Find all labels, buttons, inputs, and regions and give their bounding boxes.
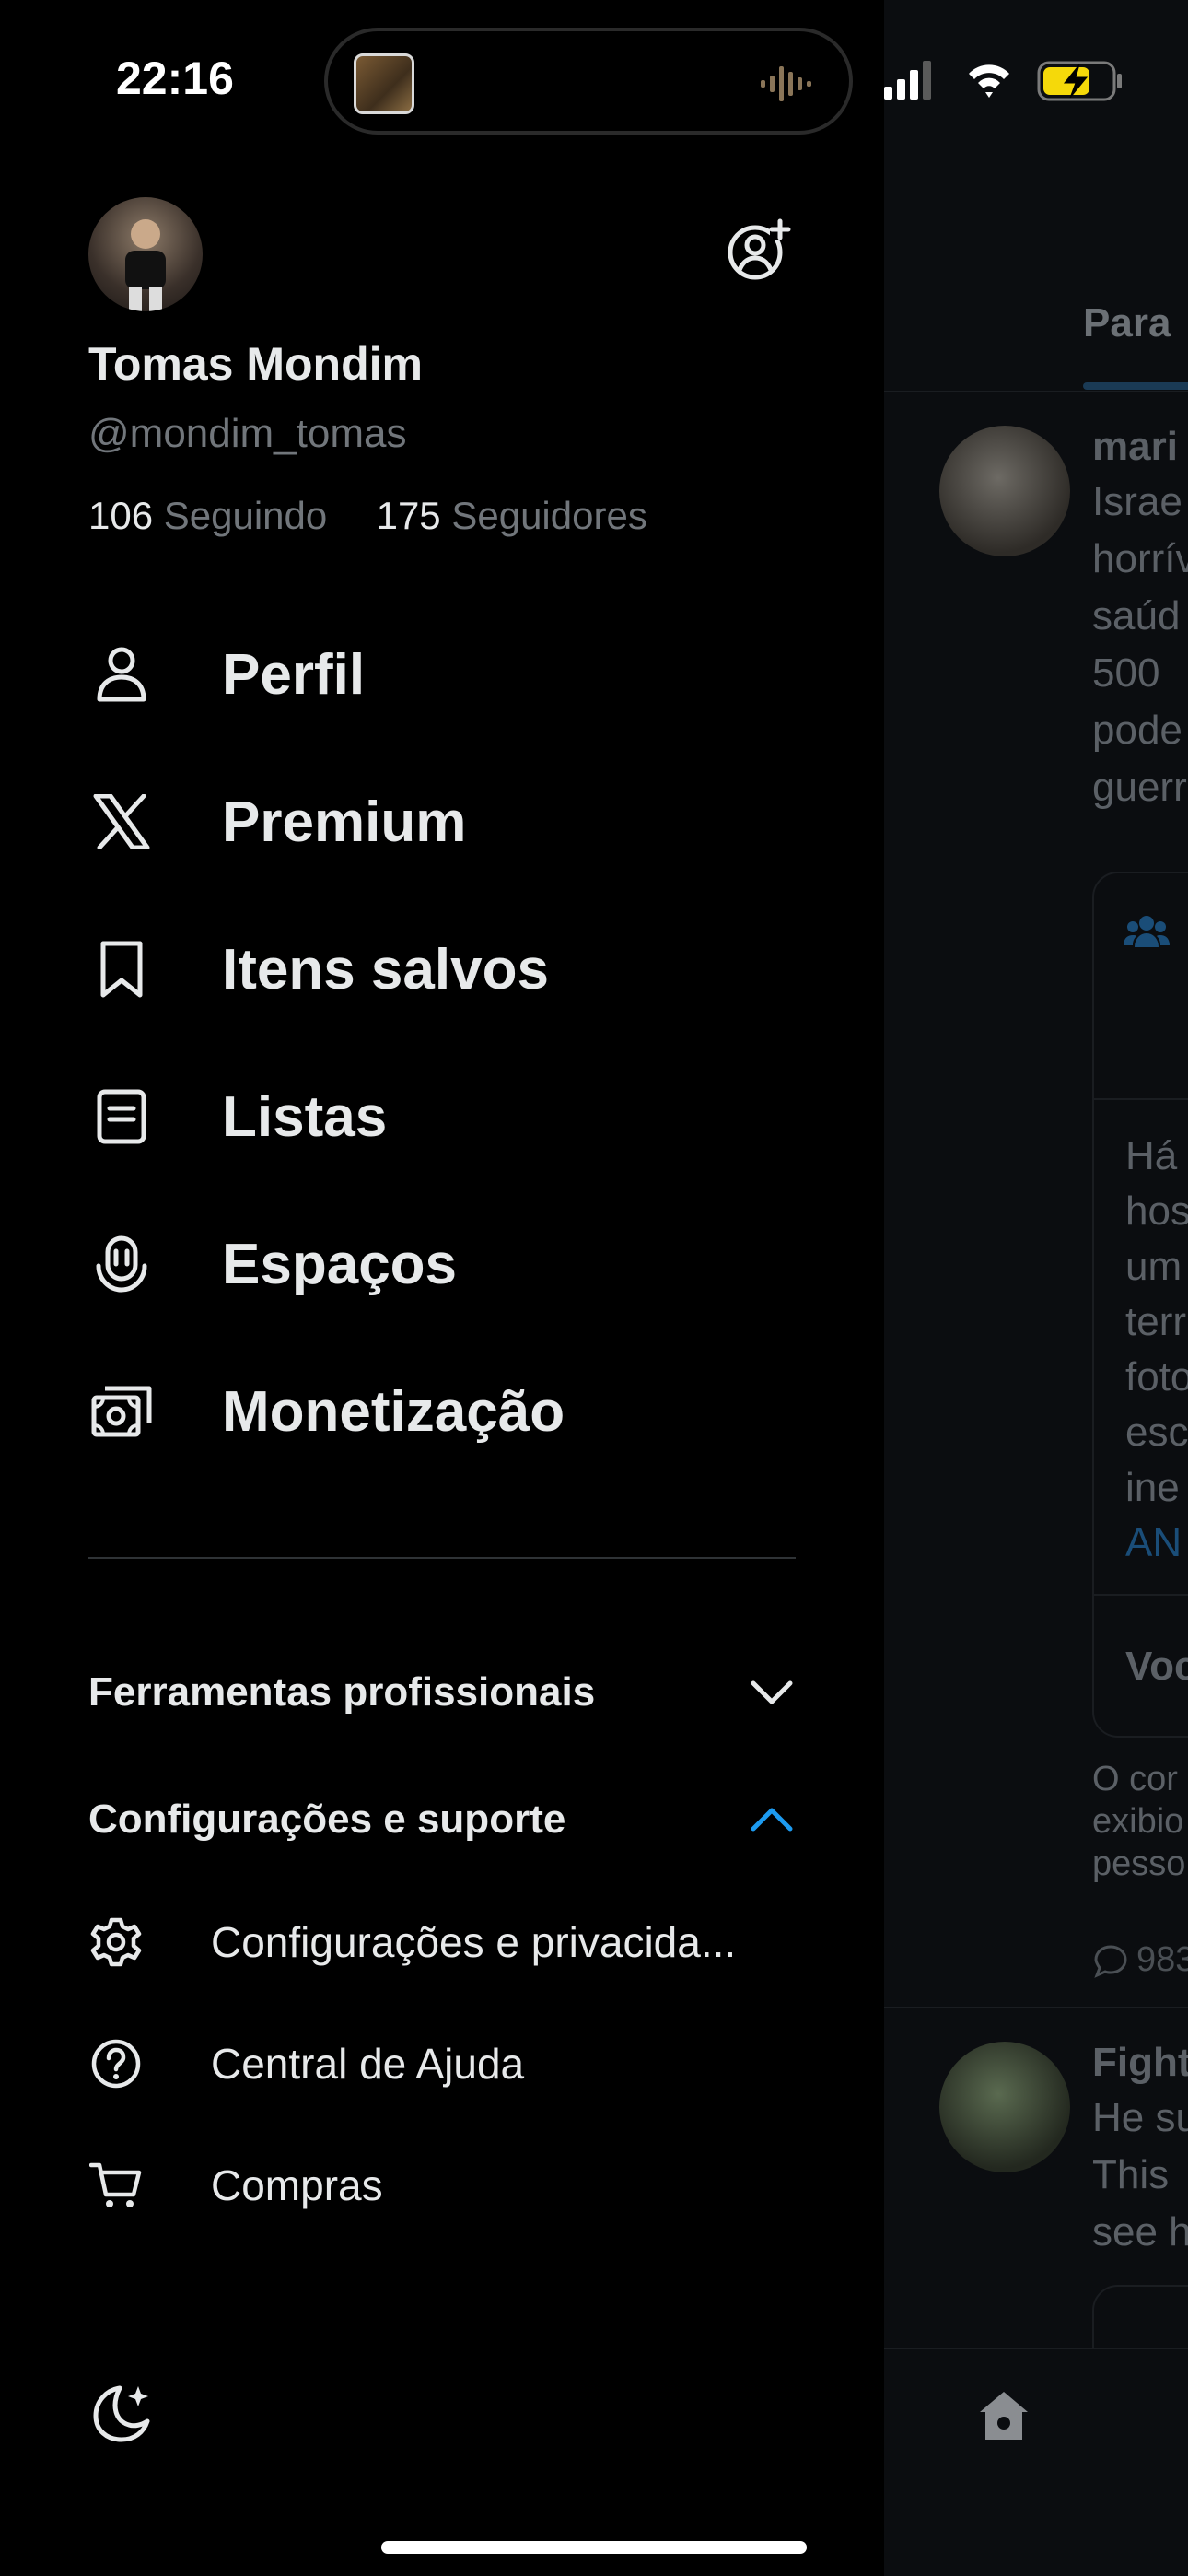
menu-item-label: Espaços [222, 1232, 458, 1296]
background-timeline: Para mari Israe horrív saúd 500 pode gue… [884, 0, 1188, 2576]
list-icon [88, 1083, 155, 1150]
followers-label: Seguidores [451, 494, 647, 537]
menu-item-spaces[interactable]: Espaços [88, 1209, 807, 1319]
chevron-up-icon [751, 1808, 793, 1832]
menu-item-label: Monetização [222, 1379, 565, 1444]
section-label: Configurações e suporte [88, 1797, 566, 1842]
menu-divider [88, 1557, 796, 1559]
note-caption-line: exibio [1092, 1802, 1184, 1841]
post-text-line: Israe [1092, 479, 1182, 524]
section-label: Ferramentas profissionais [88, 1669, 596, 1715]
post-text-line: This [1092, 2152, 1170, 2197]
note-caption-line: O cor [1092, 1760, 1178, 1798]
post-text-line: horrív [1092, 536, 1188, 581]
reply-action[interactable]: 983 [1092, 1940, 1188, 1980]
help-center-item[interactable]: Central de Ajuda [88, 2018, 807, 2110]
wifi-icon [969, 64, 1009, 98]
menu-item-bookmarks[interactable]: Itens salvos [88, 914, 807, 1025]
home-indicator[interactable] [381, 2541, 807, 2554]
menu-item-monetization[interactable]: Monetização [88, 1356, 807, 1467]
tab-active-indicator [1083, 382, 1188, 390]
note-text-line: hos [1125, 1188, 1188, 1234]
gear-icon [88, 1914, 144, 1970]
post-avatar[interactable] [939, 2042, 1070, 2172]
menu-item-label: Perfil [222, 642, 366, 707]
bottom-tab-bar [884, 2348, 1188, 2576]
following-label: Seguindo [163, 494, 328, 537]
menu-item-label: Itens salvos [222, 937, 549, 1001]
now-playing-artwork [354, 53, 414, 114]
reply-icon [1094, 1944, 1127, 1978]
profile-avatar[interactable] [88, 197, 203, 311]
bookmark-icon [88, 936, 155, 1002]
note-text-line: Há [1125, 1133, 1178, 1178]
status-time: 22:16 [116, 53, 234, 104]
timeline-divider [884, 391, 1188, 392]
people-icon [1124, 916, 1170, 947]
sub-item-label: Configurações e privacida... [211, 1918, 737, 1966]
post-author-name[interactable]: mari [1092, 424, 1178, 470]
section-settings-support[interactable]: Configurações e suporte [88, 1778, 798, 1861]
followers-link[interactable]: 175 Seguidores [377, 494, 647, 537]
note-text-line: ine [1125, 1465, 1180, 1510]
sub-item-label: Central de Ajuda [211, 2040, 525, 2088]
menu-item-lists[interactable]: Listas [88, 1061, 807, 1172]
chevron-down-icon [751, 1680, 793, 1704]
profile-name[interactable]: Tomas Mondim [88, 337, 423, 391]
purchases-item[interactable]: Compras [88, 2139, 807, 2231]
post-author-name[interactable]: Fight [1092, 2040, 1188, 2086]
note-caption-line: pesso [1092, 1844, 1186, 1883]
post-text-line: guerr [1092, 765, 1187, 810]
follow-stats: 106 Seguindo 175 Seguidores [88, 494, 647, 538]
settings-privacy-item[interactable]: Configurações e privacida... [88, 1896, 807, 1988]
note-text-line: esc [1125, 1410, 1188, 1455]
following-link[interactable]: 106 Seguindo [88, 494, 338, 537]
post-avatar[interactable] [939, 426, 1070, 556]
followers-count: 175 [376, 494, 441, 537]
note-divider [1092, 1594, 1188, 1596]
status-icons [884, 61, 1122, 101]
add-account-icon[interactable] [728, 217, 792, 282]
spaces-icon [88, 1231, 155, 1297]
cart-icon [88, 2158, 144, 2213]
note-text-line: terr [1125, 1299, 1186, 1344]
money-icon [88, 1378, 155, 1445]
menu-item-label: Premium [222, 790, 467, 854]
x-logo-icon [88, 789, 155, 855]
post-text-line: 500 [1092, 650, 1160, 696]
note-footer[interactable]: Voc [1125, 1644, 1188, 1690]
avatar-photo [125, 219, 166, 311]
post-text-line: He su [1092, 2095, 1188, 2140]
dynamic-island[interactable] [324, 28, 853, 135]
person-icon [88, 641, 155, 708]
sub-item-label: Compras [211, 2161, 383, 2209]
help-icon [88, 2036, 144, 2091]
menu-item-profile[interactable]: Perfil [88, 619, 807, 730]
side-drawer: 22:16 Tomas Mondim @mondim_tomas 106 Seg… [0, 0, 1122, 2576]
battery-icon [1037, 61, 1122, 101]
reply-count: 983 [1136, 1940, 1188, 1979]
following-count: 106 [88, 494, 154, 537]
home-icon[interactable] [974, 2386, 1033, 2445]
display-mode-moon-icon[interactable] [88, 2381, 153, 2445]
profile-handle: @mondim_tomas [88, 411, 407, 456]
menu-item-label: Listas [222, 1084, 388, 1149]
timeline-divider [884, 2007, 1188, 2008]
cellular-icon [884, 61, 931, 100]
post-text-line: see h [1092, 2209, 1188, 2254]
post-text-line: saúd [1092, 593, 1181, 638]
section-professional-tools[interactable]: Ferramentas profissionais [88, 1651, 798, 1734]
post-text-line: pode [1092, 708, 1182, 753]
note-text-line: um [1125, 1244, 1182, 1289]
audio-waveform-icon [761, 66, 811, 101]
note-text-line: foto [1125, 1354, 1188, 1399]
note-link[interactable]: AN [1125, 1520, 1182, 1566]
menu-item-premium[interactable]: Premium [88, 767, 807, 877]
tab-for-you[interactable]: Para [1083, 300, 1171, 346]
